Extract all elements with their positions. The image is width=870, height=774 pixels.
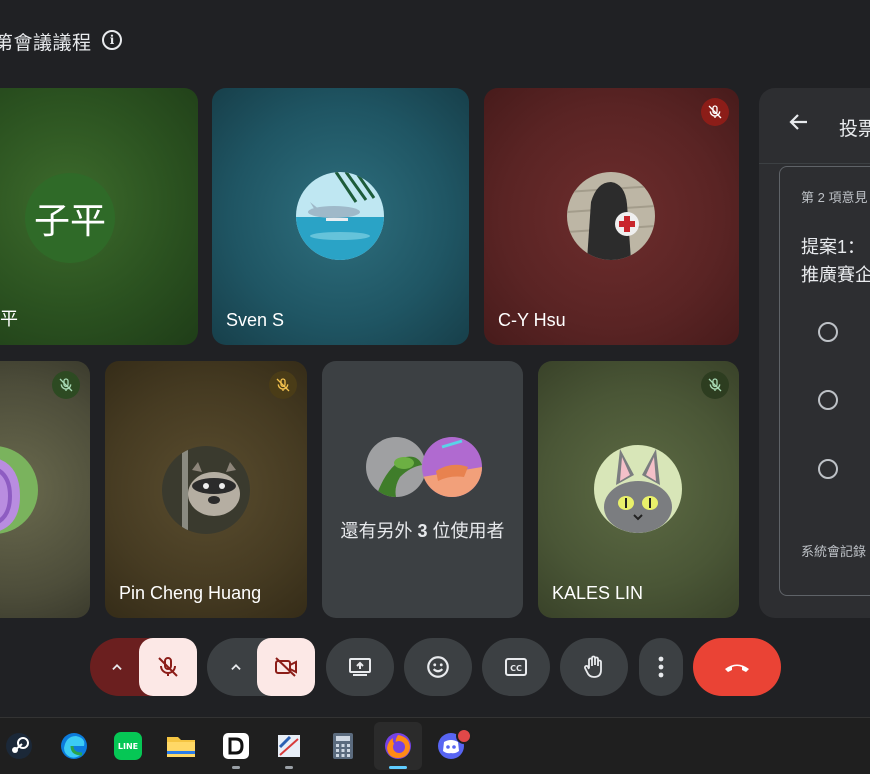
meeting-title: 第會議議程	[0, 33, 92, 54]
participant-tile[interactable]: Sven S	[212, 88, 469, 345]
emoji-icon	[427, 656, 449, 678]
others-count: 3	[417, 521, 428, 541]
svg-text:CC: CC	[510, 664, 522, 673]
firefox-icon[interactable]	[383, 731, 413, 761]
mic-off-icon	[701, 98, 729, 126]
cyhsu-avatar-image	[567, 172, 655, 260]
mic-off-icon	[158, 656, 178, 677]
avatar	[422, 437, 482, 497]
poll-subtitle: 第 2 項意見	[801, 190, 868, 205]
participant-name: Sven S	[226, 310, 285, 330]
active-indicator	[389, 766, 407, 769]
back-arrow-icon[interactable]	[787, 110, 811, 141]
reactions-button[interactable]	[404, 638, 472, 696]
file-explorer-icon[interactable]	[166, 731, 196, 761]
captions-icon: CC	[505, 658, 527, 676]
mic-off-icon	[701, 371, 729, 399]
line-icon[interactable]: LINE	[113, 731, 143, 761]
chevron-up-icon	[231, 664, 241, 670]
mic-toggle-button[interactable]	[139, 638, 197, 696]
others-suffix: 位使用者	[427, 521, 505, 541]
participant-name: Pin Cheng Huang	[119, 583, 262, 603]
windows-taskbar: LINE	[0, 717, 870, 774]
leave-call-button[interactable]	[693, 638, 781, 696]
chevron-up-icon	[112, 664, 122, 670]
avatar	[296, 172, 384, 260]
sniping-tool-icon[interactable]	[274, 731, 304, 761]
line-app-label: LINE	[117, 741, 139, 751]
camera-toggle-button[interactable]	[257, 638, 315, 696]
raccoon-avatar-image	[162, 446, 250, 534]
panel-title: 投票	[839, 119, 870, 140]
call-end-icon	[725, 664, 749, 672]
participant-name: 平	[0, 309, 18, 329]
edge-icon[interactable]	[59, 731, 89, 761]
participant-tile[interactable]: KALES LIN	[538, 361, 739, 618]
videocam-off-icon	[275, 657, 297, 677]
dash-icon[interactable]	[221, 731, 251, 761]
avatar	[567, 172, 655, 260]
purple-avatar-image	[0, 446, 38, 534]
panel-divider	[759, 163, 870, 164]
more-options-button[interactable]	[639, 638, 683, 696]
poll-card: 第 2 項意見 提案1： 推廣賽企 系統會記錄	[779, 166, 870, 596]
mic-off-icon	[52, 371, 80, 399]
avatar-initials: 子平	[33, 200, 106, 241]
poll-footer-note: 系統會記錄	[801, 544, 867, 559]
notification-badge	[456, 728, 472, 744]
participant-tile[interactable]: 子平 平	[0, 88, 198, 345]
raise-hand-button[interactable]	[560, 638, 628, 696]
steam-icon[interactable]	[4, 731, 34, 761]
poll-question: 提案1： 推廣賽企	[801, 233, 870, 289]
avatar	[162, 446, 250, 534]
cat-avatar-image	[594, 445, 682, 533]
present-screen-icon	[349, 658, 371, 676]
other-participants-label: 還有另外 3 位使用者	[322, 517, 523, 543]
poll-option-radio[interactable]	[818, 322, 838, 342]
participant-name: C-Y Hsu	[498, 310, 566, 330]
meeting-header: 第會議議程 i	[0, 0, 870, 82]
poll-question-line1: 提案1：	[801, 237, 866, 257]
calculator-icon[interactable]	[328, 731, 358, 761]
poll-option-radio[interactable]	[818, 459, 838, 479]
avatar	[366, 437, 426, 497]
seaplane-avatar-image	[296, 172, 384, 260]
mic-off-icon	[269, 371, 297, 399]
polls-panel: 投票 第 2 項意見 提案1： 推廣賽企 系統會記錄	[759, 88, 870, 618]
present-screen-button[interactable]	[326, 638, 394, 696]
avatar: 子平	[25, 173, 115, 263]
participant-tile[interactable]	[0, 361, 90, 618]
avatar	[594, 445, 682, 533]
other-participants-tile[interactable]: 還有另外 3 位使用者	[322, 361, 523, 618]
running-indicator	[232, 766, 240, 769]
participant-tile[interactable]: C-Y Hsu	[484, 88, 739, 345]
fox-avatar-image	[422, 437, 482, 497]
participant-name: KALES LIN	[552, 583, 644, 603]
captions-button[interactable]: CC	[482, 638, 550, 696]
info-icon[interactable]: i	[102, 30, 122, 50]
poll-question-line2: 推廣賽企	[801, 265, 870, 285]
avatar	[0, 446, 38, 534]
others-prefix: 還有另外	[340, 521, 418, 541]
plant-avatar-image	[366, 437, 426, 497]
running-indicator	[285, 766, 293, 769]
more-vert-icon	[658, 656, 664, 678]
raise-hand-icon	[584, 655, 602, 678]
participant-tile[interactable]: Pin Cheng Huang	[105, 361, 307, 618]
poll-option-radio[interactable]	[818, 390, 838, 410]
